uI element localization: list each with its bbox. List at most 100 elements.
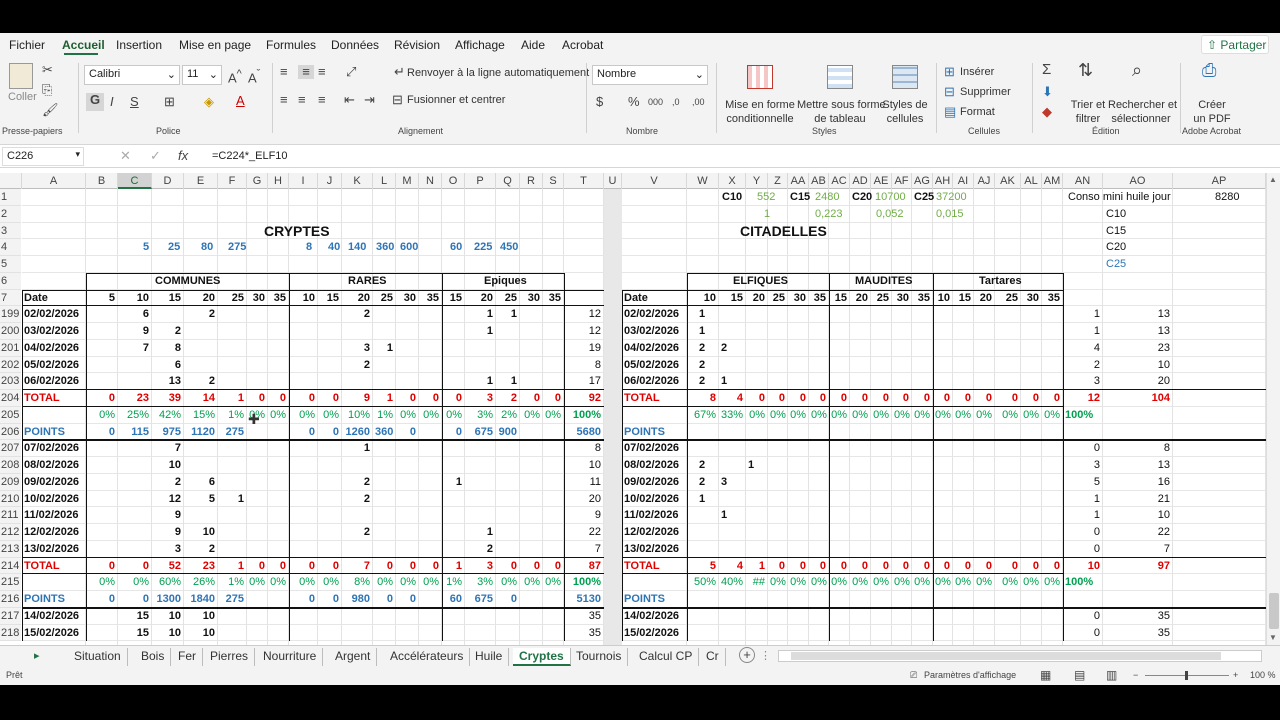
cell-Z214[interactable]: 0 <box>770 558 785 575</box>
cell-AN215[interactable]: 100% <box>1065 574 1100 591</box>
cell-V206[interactable]: POINTS <box>624 424 684 441</box>
row-header[interactable]: 200 <box>0 323 21 340</box>
cell-AN199[interactable]: 1 <box>1065 306 1100 323</box>
cell-L201[interactable]: 1 <box>375 340 393 357</box>
cell-text[interactable]: C20 <box>1106 239 1126 256</box>
insert-cells-button[interactable]: Insérer <box>960 66 994 78</box>
cell-AA204[interactable]: 0 <box>790 390 806 407</box>
cell-N7[interactable]: 35 <box>421 290 439 307</box>
font-color-icon[interactable]: A <box>236 94 245 108</box>
cell-J206[interactable]: 0 <box>320 424 339 441</box>
sheet-tab[interactable]: Cr <box>700 648 726 666</box>
cell-T200[interactable]: 12 <box>566 323 601 340</box>
horizontal-scrollbar[interactable] <box>778 650 1262 662</box>
cell-AO218[interactable]: 35 <box>1105 625 1170 642</box>
cell-M206[interactable]: 0 <box>398 424 416 441</box>
cell-AI7[interactable]: 15 <box>955 290 971 307</box>
cell-A212[interactable]: 12/02/2026 <box>24 524 83 541</box>
cell-T218[interactable]: 35 <box>566 625 601 642</box>
cell-AI204[interactable]: 0 <box>955 390 971 407</box>
copy-icon[interactable]: ⎘ <box>42 83 52 97</box>
cell-AO203[interactable]: 20 <box>1105 373 1170 390</box>
sort-filter-label-2[interactable]: filtrer <box>1068 113 1108 125</box>
cell-K199[interactable]: 2 <box>344 306 370 323</box>
cell-C199[interactable]: 6 <box>120 306 149 323</box>
column-header[interactable]: AA <box>788 173 809 189</box>
cell-AN204[interactable]: 12 <box>1065 390 1100 407</box>
cell-AK214[interactable]: 0 <box>997 558 1018 575</box>
column-header[interactable]: AB <box>809 173 829 189</box>
cell-A213[interactable]: 13/02/2026 <box>24 541 83 558</box>
cell-L206[interactable]: 360 <box>375 424 393 441</box>
cell-D213[interactable]: 3 <box>154 541 181 558</box>
cell-E203[interactable]: 2 <box>186 373 215 390</box>
find-select-label[interactable]: Rechercher et <box>1108 99 1177 111</box>
cell-K209[interactable]: 2 <box>344 474 370 491</box>
cell-text[interactable]: CRYPTES <box>264 223 330 240</box>
cell-K215[interactable]: 8% <box>344 574 370 591</box>
cell-text[interactable]: C25 <box>1106 256 1126 273</box>
cell-AI215[interactable]: 0% <box>955 574 971 591</box>
column-header[interactable]: I <box>289 173 318 189</box>
cell-AI214[interactable]: 0 <box>955 558 971 575</box>
cell-V199[interactable]: 02/02/2026 <box>624 306 684 323</box>
cell-E199[interactable]: 2 <box>186 306 215 323</box>
cell-Q199[interactable]: 1 <box>498 306 517 323</box>
cell-text[interactable]: 0,052 <box>876 206 904 223</box>
cell-K205[interactable]: 10% <box>344 407 370 424</box>
cell-AN214[interactable]: 10 <box>1065 558 1100 575</box>
row-header[interactable]: 202 <box>0 356 21 374</box>
sheet-tab[interactable]: Pierres <box>204 648 256 666</box>
cell-W210[interactable]: 1 <box>689 491 716 508</box>
cell-C205[interactable]: 25% <box>120 407 149 424</box>
column-header[interactable]: N <box>419 173 442 189</box>
cell-AB7[interactable]: 35 <box>811 290 826 307</box>
cell-AO214[interactable]: 97 <box>1105 558 1170 575</box>
column-header[interactable]: AP <box>1173 173 1266 189</box>
fill-icon[interactable]: ⬇ <box>1042 85 1053 99</box>
cell-K201[interactable]: 3 <box>344 340 370 357</box>
cell-text[interactable]: 10700 <box>875 189 906 206</box>
cell-AN212[interactable]: 0 <box>1065 524 1100 541</box>
cell-text[interactable]: 37200 <box>936 189 967 206</box>
cell-N204[interactable]: 0 <box>421 390 439 407</box>
cell-text[interactable]: 60 <box>450 239 462 256</box>
cell-D216[interactable]: 1300 <box>154 591 181 608</box>
cell-W208[interactable]: 2 <box>689 457 716 474</box>
sheet-tab[interactable]: Accélérateurs <box>384 648 471 666</box>
cell-L7[interactable]: 25 <box>375 290 393 307</box>
accounting-format-icon[interactable]: $ <box>596 95 603 109</box>
cell-AN208[interactable]: 3 <box>1065 457 1100 474</box>
cell-V218[interactable]: 15/02/2026 <box>624 625 684 642</box>
row-header[interactable]: 201 <box>0 339 21 357</box>
cell-M215[interactable]: 0% <box>398 574 416 591</box>
cell-Q203[interactable]: 1 <box>498 373 517 390</box>
font-size-select[interactable]: 11 ⌄ <box>182 65 222 85</box>
cell-V216[interactable]: POINTS <box>624 591 684 608</box>
cell-T207[interactable]: 8 <box>566 440 601 457</box>
column-header[interactable]: T <box>564 173 604 189</box>
column-header[interactable]: H <box>268 173 289 189</box>
cell-AC214[interactable]: 0 <box>831 558 847 575</box>
cell-L215[interactable]: 0% <box>375 574 393 591</box>
cell-AO211[interactable]: 10 <box>1105 507 1170 524</box>
orientation-icon[interactable]: ⤢ <box>346 65 356 79</box>
cell-Y208[interactable]: 1 <box>748 457 765 474</box>
cell-text[interactable]: 140 <box>348 239 366 256</box>
cell-A204[interactable]: TOTAL <box>24 390 83 407</box>
cell-D205[interactable]: 42% <box>154 407 181 424</box>
page-break-icon[interactable]: ▥ <box>1106 668 1117 682</box>
cell-T210[interactable]: 20 <box>566 491 601 508</box>
cell-O204[interactable]: 0 <box>444 390 462 407</box>
cell-AF215[interactable]: 0% <box>894 574 910 591</box>
cell-text[interactable]: COMMUNES <box>155 273 220 290</box>
cut-icon[interactable]: ✂ <box>42 63 53 77</box>
cell-Q214[interactable]: 0 <box>498 558 517 575</box>
sort-filter-icon[interactable]: ⇅ <box>1078 61 1093 79</box>
cell-AG7[interactable]: 35 <box>914 290 930 307</box>
cell-Y214[interactable]: 1 <box>748 558 765 575</box>
cell-O205[interactable]: 0% <box>444 407 462 424</box>
fill-color-icon[interactable]: ◈ <box>204 95 214 109</box>
cell-V7[interactable]: Date <box>624 290 684 307</box>
cell-AG204[interactable]: 0 <box>914 390 930 407</box>
